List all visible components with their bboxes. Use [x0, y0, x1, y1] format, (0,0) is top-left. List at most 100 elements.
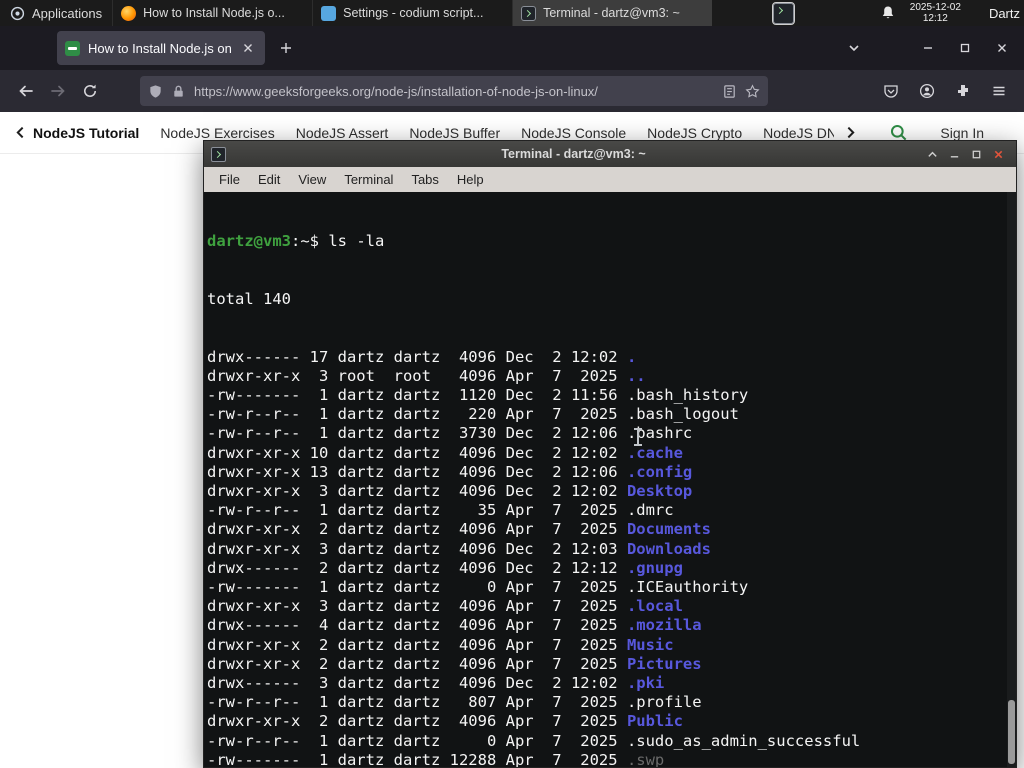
taskbar-window-title: Settings - codium script... [343, 6, 484, 20]
site-nav-item[interactable]: NodeJS Buffer [409, 125, 500, 141]
terminal-icon [211, 146, 226, 162]
site-nav-item[interactable]: NodeJS Exercises [160, 125, 274, 141]
notification-bell-icon[interactable] [880, 5, 896, 21]
terminal-output[interactable]: dartz@vm3:~$ ls -la total 140 drwx------… [204, 192, 1016, 767]
window-controls [841, 35, 1024, 61]
menu-file[interactable]: File [210, 172, 249, 187]
terminal-output-line: -rw-r--r-- 1 dartz dartz 0 Apr 7 2025 .s… [207, 731, 861, 750]
terminal-output-line: drwx------ 2 dartz dartz 4096 Dec 2 12:1… [207, 558, 683, 577]
browser-maximize-button[interactable] [950, 35, 980, 61]
prompt-user-host: dartz@vm3 [207, 232, 291, 251]
codium-icon [321, 5, 337, 21]
prompt-command: ls -la [328, 232, 385, 251]
terminal-output-line: drwx------ 17 dartz dartz 4096 Dec 2 12:… [207, 347, 637, 366]
terminal-output-line: -rw-r--r-- 1 dartz dartz 3730 Dec 2 12:0… [207, 424, 693, 443]
browser-toolbar: https://www.geeksforgeeks.org/node-js/in… [0, 70, 1024, 112]
top-panel: Applications How to Install Node.js o...… [0, 0, 1024, 26]
applications-icon [10, 6, 25, 20]
terminal-window: Terminal - dartz@vm3: ~ File Edit View T… [203, 140, 1017, 768]
terminal-output-line: drwxr-xr-x 3 dartz dartz 4096 Apr 7 2025… [207, 597, 683, 616]
terminal-output-line: drwx------ 3 dartz dartz 4096 Dec 2 12:0… [207, 674, 665, 693]
applications-label: Applications [32, 5, 103, 21]
clock-date: 2025-12-02 [909, 1, 961, 13]
sign-in-button[interactable]: Sign In [940, 125, 984, 141]
text-cursor [634, 428, 642, 446]
terminal-scrollbar[interactable] [1007, 192, 1016, 767]
terminal-output-line: drwxr-xr-x 3 dartz dartz 4096 Dec 2 12:0… [207, 539, 711, 558]
browser-tab-active[interactable]: How to Install Node.js on [57, 31, 265, 65]
menu-hamburger-icon[interactable] [984, 76, 1014, 106]
taskbar-window-browser[interactable]: How to Install Node.js o... [112, 0, 312, 26]
new-tab-button[interactable] [273, 35, 299, 61]
url-bar[interactable]: https://www.geeksforgeeks.org/node-js/in… [140, 76, 768, 106]
terminal-close-button[interactable] [987, 144, 1009, 164]
terminal-output-line: drwxr-xr-x 2 dartz dartz 4096 Apr 7 2025… [207, 635, 674, 654]
site-nav-item[interactable]: NodeJS Console [521, 125, 626, 141]
pocket-save-icon[interactable] [876, 76, 906, 106]
menu-tabs[interactable]: Tabs [402, 172, 447, 187]
taskbar-window-title: Terminal - dartz@vm3: ~ [543, 6, 680, 20]
terminal-output-line: -rw------- 1 dartz dartz 0 Apr 7 2025 .I… [207, 578, 749, 597]
bookmark-star-icon[interactable] [745, 83, 760, 99]
terminal-output-line: -rw-r--r-- 1 dartz dartz 220 Apr 7 2025 … [207, 405, 739, 424]
browser-tab-bar: How to Install Node.js on [0, 26, 1024, 70]
taskbar-window-terminal[interactable]: Terminal - dartz@vm3: ~ [512, 0, 713, 26]
forward-button[interactable] [42, 76, 74, 106]
browser-close-button[interactable] [987, 35, 1017, 61]
applications-menu[interactable]: Applications [0, 0, 112, 26]
terminal-output-line: drwxr-xr-x 2 dartz dartz 4096 Apr 7 2025… [207, 712, 683, 731]
padlock-icon[interactable] [171, 84, 186, 99]
taskbar-window-title: How to Install Node.js o... [143, 6, 285, 20]
tracking-protection-shield-icon[interactable] [148, 84, 163, 99]
tab-close-icon[interactable] [239, 39, 257, 57]
nav-scroll-left-icon[interactable] [14, 126, 27, 139]
taskbar-window-codium[interactable]: Settings - codium script... [312, 0, 512, 26]
nav-scroll-right-icon[interactable] [844, 126, 857, 139]
terminal-window-title: Terminal - dartz@vm3: ~ [501, 147, 646, 161]
terminal-tray-icon[interactable] [771, 1, 795, 25]
clock-time: 12:12 [922, 13, 948, 24]
terminal-shade-button[interactable] [921, 144, 943, 164]
terminal-output-line: drwxr-xr-x 3 root root 4096 Apr 7 2025 .… [207, 366, 646, 385]
terminal-total-line: total 140 [207, 290, 291, 309]
terminal-output-line: drwxr-xr-x 2 dartz dartz 4096 Apr 7 2025… [207, 654, 702, 673]
terminal-output-line: drwxr-xr-x 3 dartz dartz 4096 Dec 2 12:0… [207, 482, 693, 501]
url-text[interactable]: https://www.geeksforgeeks.org/node-js/in… [194, 84, 714, 99]
terminal-scrollbar-thumb[interactable] [1008, 700, 1015, 764]
terminal-output-line: drwxr-xr-x 13 dartz dartz 4096 Dec 2 12:… [207, 462, 693, 481]
terminal-prompt-line: dartz@vm3:~$ ls -la [207, 232, 1016, 251]
terminal-output-line: -rw------- 1 dartz dartz 1120 Dec 2 11:5… [207, 386, 749, 405]
menu-help[interactable]: Help [448, 172, 493, 187]
reader-mode-icon[interactable] [722, 84, 737, 99]
terminal-output-line: -rw-r--r-- 1 dartz dartz 35 Apr 7 2025 .… [207, 501, 674, 520]
browser-minimize-button[interactable] [913, 35, 943, 61]
site-nav-item[interactable]: NodeJS Tutorial [33, 125, 139, 141]
site-nav-item[interactable]: NodeJS Crypto [647, 125, 742, 141]
terminal-menu-bar: File Edit View Terminal Tabs Help [204, 167, 1016, 192]
terminal-maximize-button[interactable] [965, 144, 987, 164]
menu-view[interactable]: View [289, 172, 335, 187]
tab-title: How to Install Node.js on [88, 40, 231, 56]
extensions-puzzle-icon[interactable] [948, 76, 978, 106]
terminal-output-line: -rw------- 1 dartz dartz 12288 Apr 7 202… [207, 750, 665, 767]
terminal-minimize-button[interactable] [943, 144, 965, 164]
terminal-listing: drwx------ 17 dartz dartz 4096 Dec 2 12:… [207, 348, 1016, 767]
panel-user-label[interactable]: Dartz [989, 6, 1020, 21]
account-icon[interactable] [912, 76, 942, 106]
firefox-icon [121, 5, 137, 21]
terminal-output-line: drwx------ 4 dartz dartz 4096 Apr 7 2025… [207, 616, 702, 635]
menu-edit[interactable]: Edit [249, 172, 289, 187]
terminal-title-bar[interactable]: Terminal - dartz@vm3: ~ [204, 141, 1016, 167]
reload-button[interactable] [74, 76, 106, 106]
site-nav-item[interactable]: NodeJS DNS [763, 125, 834, 141]
prompt-suffix: :~$ [291, 232, 329, 251]
list-all-tabs-icon[interactable] [841, 35, 867, 61]
site-nav-items: NodeJS Tutorial NodeJS Exercises NodeJS … [33, 125, 834, 141]
terminal-output-line: drwxr-xr-x 10 dartz dartz 4096 Dec 2 12:… [207, 443, 683, 462]
back-button[interactable] [10, 76, 42, 106]
site-nav-item[interactable]: NodeJS Assert [296, 125, 389, 141]
menu-terminal[interactable]: Terminal [335, 172, 402, 187]
desktop-screen: Applications How to Install Node.js o...… [0, 0, 1024, 768]
toolbar-right-icons [876, 76, 1014, 106]
panel-clock[interactable]: 2025-12-02 12:12 [910, 2, 961, 25]
